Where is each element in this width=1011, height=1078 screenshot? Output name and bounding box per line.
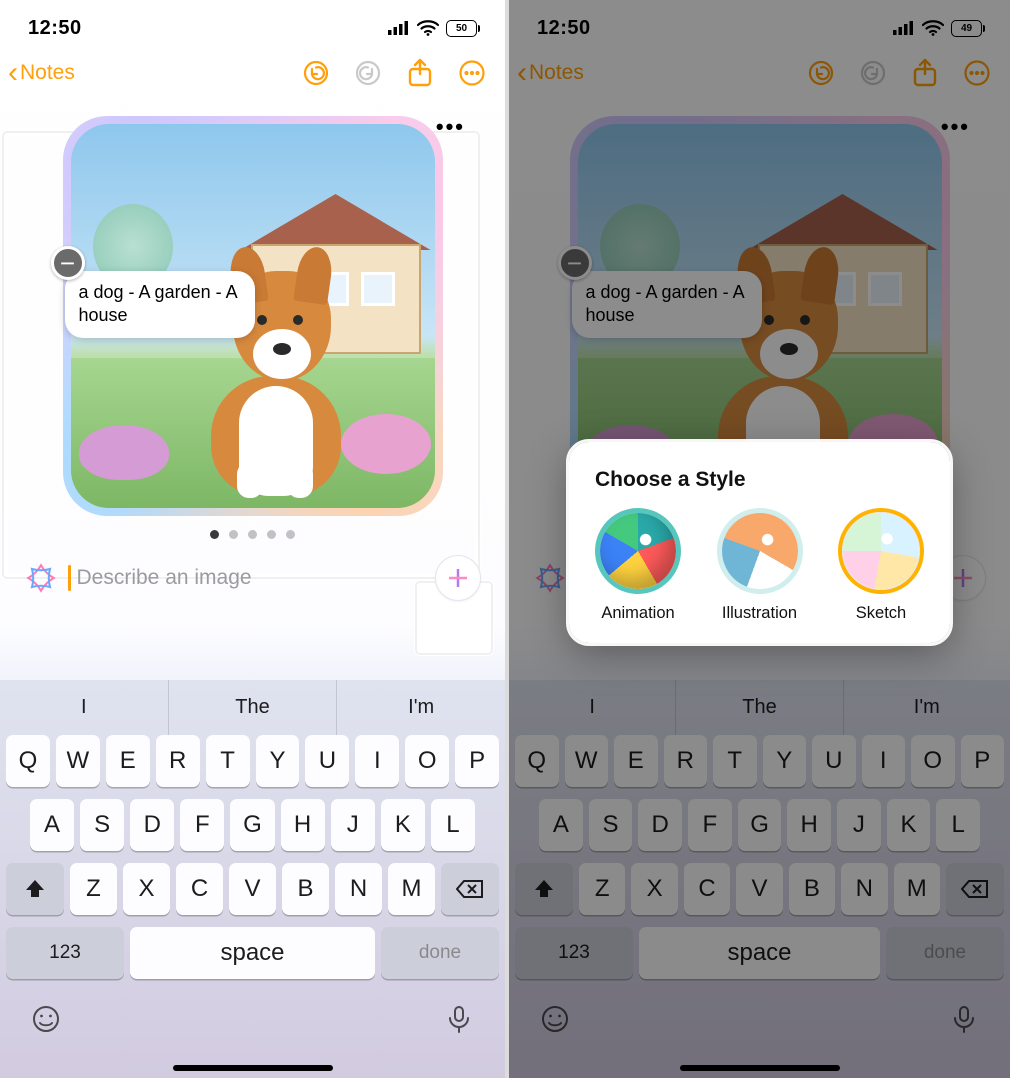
key-v[interactable]: V (229, 863, 276, 915)
keyboard-row-3: ZXCVBNM (0, 863, 505, 915)
key-x[interactable]: X (123, 863, 170, 915)
prompt-chip[interactable]: a dog - A garden - A house (65, 271, 255, 338)
key-p[interactable]: P (455, 735, 499, 787)
page-dot[interactable] (286, 530, 295, 539)
key-t[interactable]: T (206, 735, 250, 787)
minus-icon: − (60, 248, 75, 279)
back-label: Notes (20, 61, 75, 85)
nav-bar: ‹ Notes (0, 48, 505, 106)
suggestion-item[interactable]: I'm (336, 680, 505, 735)
card-more-button[interactable]: ••• (436, 114, 465, 140)
sheet-title: Choose a Style (595, 468, 924, 492)
beachball-icon (600, 513, 676, 589)
key-l[interactable]: L (431, 799, 475, 851)
chevron-left-icon: ‹ (8, 58, 18, 88)
battery-icon: 50 (446, 20, 477, 37)
keyboard-row-1: QWERTYUIOP (0, 735, 505, 787)
back-button[interactable]: ‹ Notes (8, 58, 75, 88)
prompt-input[interactable]: Describe an image (68, 558, 425, 598)
page-dot[interactable] (229, 530, 238, 539)
remove-prompt-button[interactable]: − (51, 246, 85, 280)
numbers-key[interactable]: 123 (6, 927, 124, 979)
page-dot[interactable] (267, 530, 276, 539)
beachball-icon (843, 513, 919, 589)
more-button[interactable] (457, 58, 487, 88)
key-s[interactable]: S (80, 799, 124, 851)
screenshot-left: 12:50 50 ‹ Notes ••• (0, 0, 505, 1078)
dictate-key[interactable] (443, 1003, 475, 1040)
key-y[interactable]: Y (256, 735, 300, 787)
page-dot[interactable] (248, 530, 257, 539)
done-key[interactable]: done (381, 927, 499, 979)
undo-button[interactable] (301, 58, 331, 88)
key-k[interactable]: K (381, 799, 425, 851)
key-m[interactable]: M (388, 863, 435, 915)
key-r[interactable]: R (156, 735, 200, 787)
key-h[interactable]: H (281, 799, 325, 851)
style-label: Illustration (722, 604, 797, 623)
status-time: 12:50 (28, 17, 82, 40)
style-label: Sketch (856, 604, 906, 623)
key-c[interactable]: C (176, 863, 223, 915)
choose-style-sheet: Choose a Style Animation Illustration Sk… (569, 442, 950, 643)
keyboard-suggestions: I The I'm (0, 680, 505, 735)
key-b[interactable]: B (282, 863, 329, 915)
key-g[interactable]: G (230, 799, 274, 851)
home-indicator[interactable] (173, 1065, 333, 1071)
style-label: Animation (601, 604, 674, 623)
key-i[interactable]: I (355, 735, 399, 787)
screenshot-right: 12:50 49 ‹ Notes ••• (505, 0, 1010, 1078)
space-key[interactable]: space (130, 927, 375, 979)
page-dot[interactable] (210, 530, 219, 539)
wifi-icon (417, 20, 439, 36)
key-a[interactable]: A (30, 799, 74, 851)
key-u[interactable]: U (305, 735, 349, 787)
beachball-icon (722, 513, 798, 589)
status-bar: 12:50 50 (0, 0, 505, 48)
key-j[interactable]: J (331, 799, 375, 851)
prompt-row: Describe an image (0, 547, 505, 601)
delete-key[interactable] (441, 863, 499, 915)
key-e[interactable]: E (106, 735, 150, 787)
style-option-animation[interactable]: Animation (595, 508, 681, 623)
keyboard-row-2: ASDFGHJKL (0, 799, 505, 851)
key-z[interactable]: Z (70, 863, 117, 915)
share-button[interactable] (405, 58, 435, 88)
generated-image-card[interactable]: − a dog - A garden - A house (63, 116, 443, 516)
style-option-sketch[interactable]: Sketch (838, 508, 924, 623)
key-d[interactable]: D (130, 799, 174, 851)
keyboard-row-4: 123 space done (0, 927, 505, 979)
key-q[interactable]: Q (6, 735, 50, 787)
key-f[interactable]: F (180, 799, 224, 851)
emoji-key[interactable] (30, 1003, 62, 1040)
page-indicator[interactable] (28, 530, 477, 539)
signal-icon (388, 21, 410, 35)
redo-button[interactable] (353, 58, 383, 88)
prompt-placeholder: Describe an image (77, 566, 252, 590)
keyboard[interactable]: I The I'm QWERTYUIOP ASDFGHJKL ZXCVBNM 1… (0, 680, 505, 1078)
add-button[interactable] (435, 555, 481, 601)
text-cursor (68, 565, 71, 591)
style-option-illustration[interactable]: Illustration (717, 508, 803, 623)
suggestion-item[interactable]: The (168, 680, 337, 735)
ai-icon (24, 561, 58, 595)
key-n[interactable]: N (335, 863, 382, 915)
home-indicator[interactable] (680, 1065, 840, 1071)
key-o[interactable]: O (405, 735, 449, 787)
shift-key[interactable] (6, 863, 64, 915)
key-w[interactable]: W (56, 735, 100, 787)
suggestion-item[interactable]: I (0, 680, 168, 735)
